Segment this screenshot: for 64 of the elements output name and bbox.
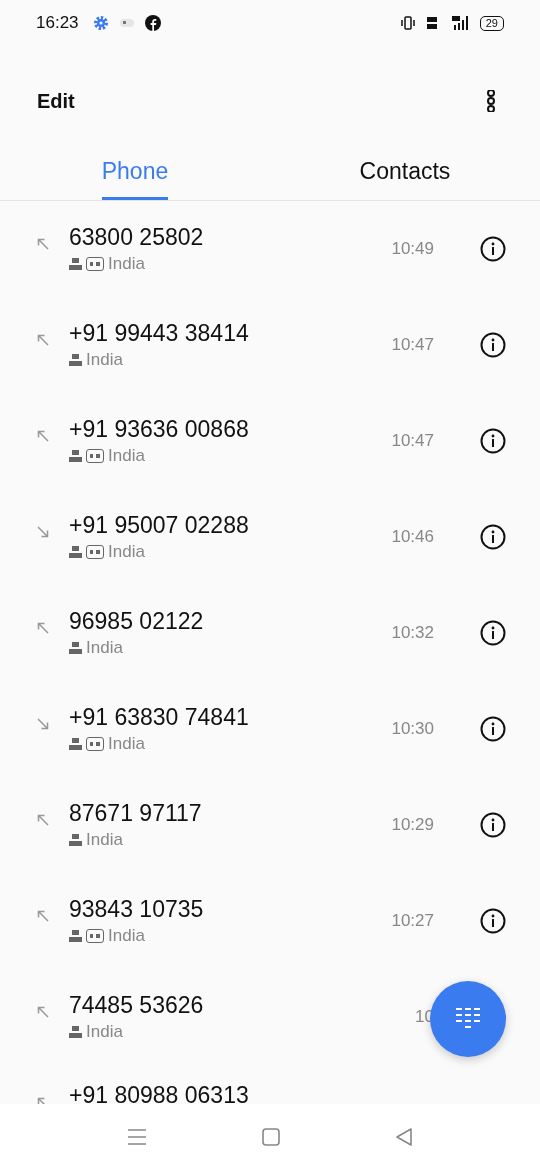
info-icon[interactable] <box>480 812 506 838</box>
call-time: 10:47 <box>391 431 434 451</box>
phone-number: +91 93636 00868 <box>69 416 250 443</box>
call-time: 10:27 <box>391 911 434 931</box>
hd-badge-icon <box>86 545 104 559</box>
volte-icon <box>69 929 82 943</box>
volte-icon <box>69 353 82 367</box>
dialpad-icon <box>455 1007 481 1031</box>
phone-number: +91 80988 06313 <box>69 1082 250 1104</box>
info-icon[interactable] <box>480 620 506 646</box>
location-text: India <box>86 638 123 658</box>
facebook-icon <box>144 15 161 31</box>
phone-number: +91 63830 74841 <box>69 704 250 731</box>
dialpad-button[interactable] <box>430 981 506 1057</box>
battery-icon: 29 <box>479 15 504 31</box>
more-icon[interactable] <box>486 90 496 112</box>
volte-icon <box>69 545 82 559</box>
tab[interactable]: Contacts <box>359 156 451 200</box>
phone-number: +91 95007 02288 <box>69 512 250 539</box>
call-time: 10:47 <box>391 335 434 355</box>
hd-badge-icon <box>86 929 104 943</box>
gear-icon <box>92 15 109 31</box>
location-text: India <box>108 542 145 562</box>
location-text: India <box>86 830 123 850</box>
call-time: 10:30 <box>391 719 434 739</box>
location-text: India <box>86 1022 123 1042</box>
status-time: 16:23 <box>36 13 79 33</box>
location-text: India <box>108 254 145 274</box>
volte-icon <box>69 1025 82 1039</box>
hd-badge-icon <box>86 257 104 271</box>
info-icon[interactable] <box>480 524 506 550</box>
tab[interactable]: Phone <box>101 156 169 200</box>
home-icon[interactable] <box>262 1128 280 1146</box>
gamepad-icon <box>118 17 135 29</box>
hd-badge-icon <box>86 449 104 463</box>
info-icon[interactable] <box>480 908 506 934</box>
volte-icon <box>69 449 82 463</box>
phone-number: 74485 53626 <box>69 992 205 1019</box>
info-icon[interactable] <box>480 332 506 358</box>
info-icon[interactable] <box>480 236 506 262</box>
phone-number: 93843 10735 <box>69 896 205 923</box>
volte-icon <box>69 641 82 655</box>
volte-icon <box>69 257 82 271</box>
call-time: 10:29 <box>391 815 434 835</box>
phone-number: 63800 25802 <box>69 224 205 251</box>
edit-link[interactable]: Edit <box>37 89 75 113</box>
volte-icon <box>69 833 82 847</box>
info-icon[interactable] <box>480 428 506 454</box>
call-time: 10:32 <box>391 623 434 643</box>
hd-badge-icon <box>86 737 104 751</box>
location-text: India <box>108 734 145 754</box>
phone-number: +91 99443 38414 <box>69 320 250 347</box>
volte-icon <box>69 737 82 751</box>
phone-number: 96985 02122 <box>69 608 205 635</box>
vibrate-icon <box>399 16 416 30</box>
location-text: India <box>108 926 145 946</box>
call-time: 10:49 <box>391 239 434 259</box>
call-time: 10:46 <box>391 527 434 547</box>
volte-icon <box>425 15 438 31</box>
back-icon[interactable] <box>394 1127 413 1147</box>
info-icon[interactable] <box>480 716 506 742</box>
phone-number: 87671 97117 <box>69 800 203 827</box>
location-text: India <box>108 446 145 466</box>
location-text: India <box>86 350 123 370</box>
